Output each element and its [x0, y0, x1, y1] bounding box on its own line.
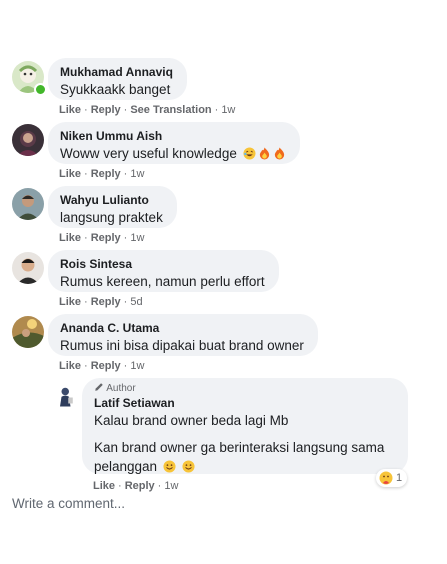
avatar[interactable] [12, 316, 44, 348]
timestamp[interactable]: 5d [130, 296, 142, 308]
comment-text: Rumus kereen, namun perlu effort [60, 274, 265, 289]
author-badge: Author [94, 382, 396, 395]
like-link[interactable]: Like [59, 104, 81, 116]
comment-text: langsung praktek [60, 210, 163, 225]
fire-emoji-icon [273, 147, 286, 160]
comment-actions: Like · Reply · 1w [59, 360, 145, 372]
see-translation-link[interactable]: See Translation [130, 104, 211, 116]
smile-emoji-icon [163, 460, 176, 473]
like-link[interactable]: Like [93, 480, 115, 492]
pencil-icon [95, 383, 103, 391]
timestamp[interactable]: 1w [130, 232, 144, 244]
comment-actions: Like · Reply · 5d [59, 296, 143, 308]
care-reaction-icon [379, 471, 393, 485]
avatar[interactable] [12, 252, 44, 284]
fire-emoji-icon [258, 147, 271, 160]
like-link[interactable]: Like [59, 232, 81, 244]
comment-bubble: Rois Sintesa Rumus kereen, namun perlu e… [48, 250, 279, 292]
comment-bubble: Niken Ummu Aish Woww very useful knowled… [48, 122, 300, 164]
comment-text: Woww very useful knowledge [60, 144, 288, 163]
comment-bubble: Wahyu Lulianto langsung praktek [48, 186, 177, 228]
reaction-summary[interactable]: 1 [376, 469, 408, 487]
avatar[interactable] [12, 124, 44, 156]
like-link[interactable]: Like [59, 168, 81, 180]
reply-link[interactable]: Reply [91, 232, 121, 244]
comment-bubble: Mukhamad Annaviq Syukkaakk banget [48, 58, 187, 100]
reply-link[interactable]: Reply [125, 480, 155, 492]
smile-emoji-icon [182, 460, 195, 473]
comment-text: Rumus ini bisa dipakai buat brand owner [60, 338, 304, 353]
reply-text-line: pelanggan [94, 457, 396, 476]
like-link[interactable]: Like [59, 360, 81, 372]
reaction-count: 1 [396, 472, 403, 484]
comment-author[interactable]: Niken Ummu Aish [60, 128, 288, 144]
timestamp[interactable]: 1w [164, 480, 178, 492]
reply-link[interactable]: Reply [91, 104, 121, 116]
reply-link[interactable]: Reply [91, 296, 121, 308]
timestamp[interactable]: 1w [221, 104, 235, 116]
reply-link[interactable]: Reply [91, 168, 121, 180]
reply-text-line: Kan brand owner ga berinteraksi langsung… [94, 440, 385, 455]
comment-author[interactable]: Mukhamad Annaviq [60, 64, 175, 80]
comment-author[interactable]: Ananda C. Utama [60, 320, 306, 336]
avatar[interactable] [54, 384, 78, 408]
laughing-emoji-icon [243, 147, 256, 160]
comment-actions: Like · Reply · 1w [93, 480, 179, 492]
comment-actions: Like · Reply · See Translation · 1w [59, 104, 236, 116]
timestamp[interactable]: 1w [130, 168, 144, 180]
timestamp[interactable]: 1w [130, 360, 144, 372]
reply-bubble: Author Latif Setiawan Kalau brand owner … [82, 378, 408, 474]
comment-bubble: Ananda C. Utama Rumus ini bisa dipakai b… [48, 314, 318, 356]
like-link[interactable]: Like [59, 296, 81, 308]
comment-author[interactable]: Wahyu Lulianto [60, 192, 165, 208]
reply-link[interactable]: Reply [91, 360, 121, 372]
author-badge-label: Author [106, 383, 136, 394]
online-status-indicator [34, 83, 47, 96]
reply-text-line: Kalau brand owner beda lagi Mb [94, 413, 289, 428]
comment-actions: Like · Reply · 1w [59, 168, 145, 180]
comment-author[interactable]: Rois Sintesa [60, 256, 267, 272]
write-comment-input[interactable]: Write a comment... [12, 496, 125, 511]
comment-actions: Like · Reply · 1w [59, 232, 145, 244]
avatar[interactable] [12, 188, 44, 220]
comment-text: Syukkaakk banget [60, 82, 171, 97]
comment-author[interactable]: Latif Setiawan [94, 395, 396, 411]
